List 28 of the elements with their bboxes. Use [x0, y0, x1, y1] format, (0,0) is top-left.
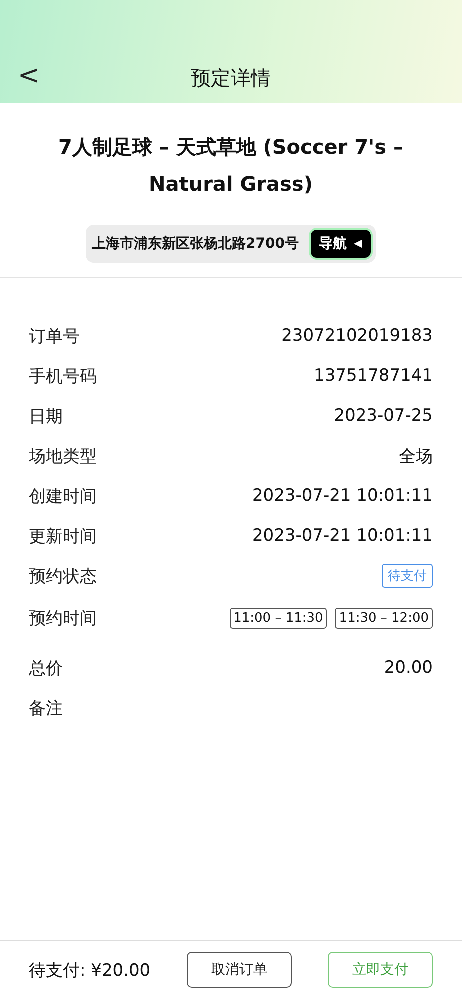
navigate-button[interactable]: 导航 [308, 228, 373, 260]
triangle-icon [352, 239, 363, 249]
page-title: 预定详情 [191, 65, 271, 92]
field-value: 13751787141 [314, 366, 433, 386]
address-text: 上海市浦东新区张杨北路2700号 [92, 235, 299, 253]
status-tag: 待支付 [382, 564, 433, 588]
time-slot: 11:30 – 12:00 [335, 608, 433, 628]
field-label: 手机号码 [29, 366, 97, 388]
field-value: 23072102019183 [282, 326, 433, 346]
field-label: 订单号 [29, 326, 80, 348]
cancel-button[interactable]: 取消订单 [186, 952, 292, 988]
field-label: 备注 [29, 698, 63, 720]
field-label: 日期 [29, 406, 63, 428]
field-value: 20.00 [384, 658, 433, 678]
field-label: 预约时间 [29, 608, 97, 630]
field-value: 2023-07-21 10:01:11 [252, 526, 433, 546]
field-label: 更新时间 [29, 526, 97, 548]
field-label: 预约状态 [29, 566, 97, 588]
field-value: 2023-07-25 [334, 406, 433, 426]
time-slot: 11:00 – 11:30 [230, 608, 328, 628]
back-button[interactable]: < [12, 61, 46, 91]
field-label: 创建时间 [29, 486, 97, 508]
field-value: 2023-07-21 10:01:11 [252, 486, 433, 506]
field-label: 场地类型 [29, 446, 97, 468]
amount-due: 待支付: ¥20.00 [29, 960, 151, 982]
venue-name: 7人制足球 – 天式草地 (Soccer 7's – Natural Grass) [57, 134, 405, 198]
field-label: 总价 [29, 658, 63, 680]
field-value: 全场 [399, 446, 433, 468]
